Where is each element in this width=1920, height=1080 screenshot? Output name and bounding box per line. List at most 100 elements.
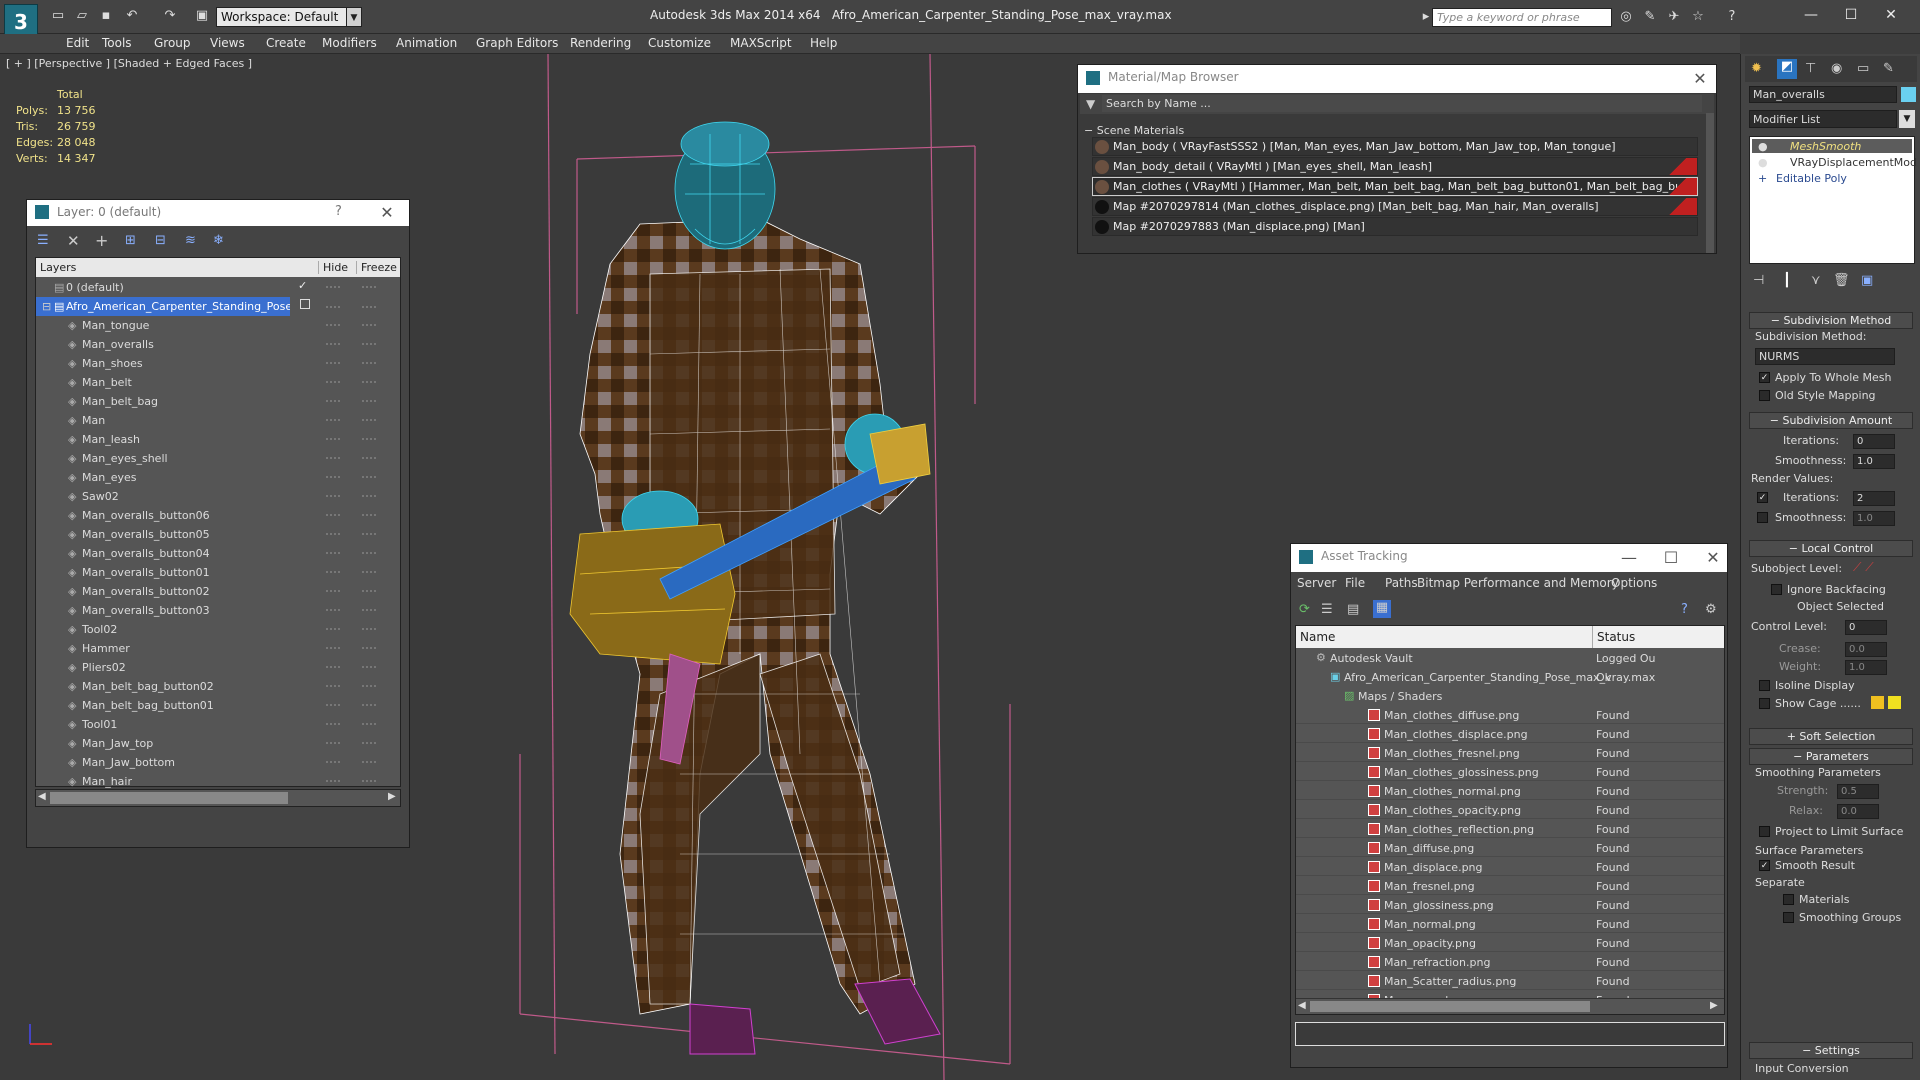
- asset-menu-server[interactable]: Server: [1297, 576, 1336, 590]
- freeze-toggle[interactable]: [362, 685, 376, 687]
- pin-stack-icon[interactable]: ⊣: [1753, 273, 1764, 288]
- hide-toggle[interactable]: [326, 552, 340, 554]
- menu-views[interactable]: Views: [210, 36, 245, 50]
- asset-file-row[interactable]: Man_clothes_opacity.png Found: [1296, 801, 1724, 819]
- freeze-toggle[interactable]: [362, 590, 376, 592]
- minimize-icon[interactable]: —: [1619, 548, 1639, 568]
- hide-toggle[interactable]: [326, 628, 340, 630]
- hide-toggle[interactable]: [326, 609, 340, 611]
- new-layer-icon[interactable]: ☰: [37, 233, 49, 248]
- asset-menu-paths[interactable]: Paths: [1385, 576, 1418, 590]
- asset-hscrollbar[interactable]: ◀ ▶: [1296, 998, 1724, 1014]
- thumbnail-view-icon[interactable]: ▤: [1347, 602, 1359, 617]
- remove-modifier-icon[interactable]: 🗑: [1833, 273, 1850, 288]
- layer-row-default[interactable]: ▤ 0 (default) ✓: [36, 278, 400, 297]
- hide-toggle[interactable]: [326, 723, 340, 725]
- asset-file-row[interactable]: Man_clothes_reflection.png Found: [1296, 820, 1724, 838]
- delete-layer-icon[interactable]: ✕: [67, 232, 80, 250]
- hide-toggle[interactable]: [326, 742, 340, 744]
- layer-object-row[interactable]: ◈ Man_belt_bag_button01: [36, 696, 400, 715]
- stack-item[interactable]: ● VRayDisplacementMod: [1758, 156, 1917, 169]
- freeze-toggle[interactable]: [362, 476, 376, 478]
- asset-file-row[interactable]: Man_diffuse.png Found: [1296, 839, 1724, 857]
- configure-sets-icon[interactable]: ▣: [1861, 273, 1873, 288]
- local-control-header[interactable]: − Local Control: [1749, 540, 1913, 557]
- help-icon[interactable]: ?: [335, 204, 342, 219]
- search-input[interactable]: Type a keyword or phrase: [1432, 8, 1612, 27]
- materials-checkbox[interactable]: [1783, 894, 1794, 905]
- col-hide[interactable]: Hide: [318, 261, 348, 274]
- viewport-label[interactable]: [ + ] [Perspective ] [Shaded + Edged Fac…: [6, 57, 252, 70]
- asset-row-group[interactable]: ▨ Maps / Shaders: [1296, 687, 1724, 705]
- apply-whole-mesh-checkbox[interactable]: ✓: [1759, 372, 1770, 383]
- col-layers[interactable]: Layers: [40, 261, 76, 274]
- layer-object-row[interactable]: ◈ Man_leash: [36, 430, 400, 449]
- freeze-toggle[interactable]: [362, 495, 376, 497]
- close-icon[interactable]: ✕: [1703, 548, 1723, 568]
- parameters-header[interactable]: − Parameters: [1749, 748, 1913, 765]
- menu-animation[interactable]: Animation: [396, 36, 457, 50]
- material-item[interactable]: Man_body_detail ( VRayMtl ) [Man_eyes_sh…: [1092, 157, 1698, 176]
- freeze-toggle[interactable]: [362, 647, 376, 649]
- layer-object-row[interactable]: ◈ Man_overalls: [36, 335, 400, 354]
- smooth-result-checkbox[interactable]: ✓: [1759, 860, 1770, 871]
- menu-maxscript[interactable]: MAXScript: [730, 36, 792, 50]
- show-cage-checkbox[interactable]: [1759, 698, 1770, 709]
- asset-file-row[interactable]: Man_fresnel.png Found: [1296, 877, 1724, 895]
- asset-file-row[interactable]: Man_glossiness.png Found: [1296, 896, 1724, 914]
- make-unique-icon[interactable]: ⋎: [1811, 273, 1821, 288]
- freeze-toggle[interactable]: [362, 419, 376, 421]
- scroll-left-icon[interactable]: ◀: [38, 791, 46, 802]
- render-iterations-checkbox[interactable]: ✓: [1757, 492, 1768, 503]
- freeze-toggle[interactable]: [362, 324, 376, 326]
- freeze-toggle[interactable]: [362, 400, 376, 402]
- asset-file-row[interactable]: Man_clothes_glossiness.png Found: [1296, 763, 1724, 781]
- hide-toggle[interactable]: [326, 571, 340, 573]
- maximize-icon[interactable]: ☐: [1836, 4, 1866, 26]
- hide-toggle[interactable]: [326, 343, 340, 345]
- hide-toggle[interactable]: [326, 647, 340, 649]
- new-file-icon[interactable]: ▭: [50, 8, 66, 24]
- modifier-list-select[interactable]: Modifier List: [1749, 110, 1897, 128]
- freeze-toggle[interactable]: [362, 533, 376, 535]
- layer-object-row[interactable]: ◈ Man_overalls_button04: [36, 544, 400, 563]
- light-bulb-icon[interactable]: ●: [1758, 140, 1770, 153]
- cage-color-swatch-1[interactable]: [1871, 696, 1884, 709]
- asset-file-row[interactable]: Man_clothes_diffuse.png Found: [1296, 706, 1724, 724]
- favorites-star-icon[interactable]: ☆: [1690, 9, 1706, 25]
- scroll-left-icon[interactable]: ◀: [1298, 1000, 1306, 1011]
- hierarchy-tab-icon[interactable]: ⊤: [1805, 61, 1816, 76]
- col-status[interactable]: Status: [1592, 626, 1639, 648]
- layer-window-title[interactable]: Layer: 0 (default): [27, 200, 409, 226]
- freeze-toggle[interactable]: [362, 438, 376, 440]
- ignore-backfacing-checkbox[interactable]: [1771, 584, 1782, 595]
- utilities-tab-icon[interactable]: ✎: [1883, 61, 1894, 76]
- freeze-toggle[interactable]: [362, 552, 376, 554]
- close-icon[interactable]: ✕: [377, 203, 397, 223]
- isoline-checkbox[interactable]: [1759, 680, 1770, 691]
- layer-hscrollbar[interactable]: ◀ ▶: [35, 789, 401, 807]
- menu-rendering[interactable]: Rendering: [570, 36, 631, 50]
- current-layer-box[interactable]: [300, 299, 310, 309]
- asset-file-row[interactable]: Man_clothes_normal.png Found: [1296, 782, 1724, 800]
- weight-spinner[interactable]: 1.0: [1845, 660, 1887, 675]
- asset-row-file[interactable]: ▣ Afro_American_Carpenter_Standing_Pose_…: [1296, 668, 1724, 686]
- show-end-result-icon[interactable]: ┃: [1783, 273, 1791, 288]
- layer-object-row[interactable]: ◈ Man_eyes_shell: [36, 449, 400, 468]
- workspace-select[interactable]: Workspace: Default: [216, 7, 362, 27]
- freeze-toggle[interactable]: [362, 306, 376, 308]
- asset-file-row[interactable]: Man_refraction.png Found: [1296, 953, 1724, 971]
- help-icon[interactable]: ?: [1724, 9, 1740, 25]
- menu-customize[interactable]: Customize: [648, 36, 711, 50]
- freeze-toggle[interactable]: [362, 457, 376, 459]
- layer-object-row[interactable]: ◈ Pliers02: [36, 658, 400, 677]
- hide-toggle[interactable]: [326, 324, 340, 326]
- maximize-icon[interactable]: ☐: [1661, 548, 1681, 568]
- settings-icon[interactable]: ⚙: [1705, 602, 1717, 617]
- scene-materials-header[interactable]: − Scene Materials: [1084, 124, 1184, 137]
- layer-row-selected[interactable]: ⊟ ▤ Afro_American_Carpenter_Standing_Pos…: [36, 297, 290, 316]
- col-freeze[interactable]: Freeze: [356, 261, 397, 274]
- freeze-toggle[interactable]: [362, 780, 376, 782]
- expand-icon[interactable]: ⊟: [42, 300, 51, 313]
- communication-icon[interactable]: ✈: [1666, 9, 1682, 25]
